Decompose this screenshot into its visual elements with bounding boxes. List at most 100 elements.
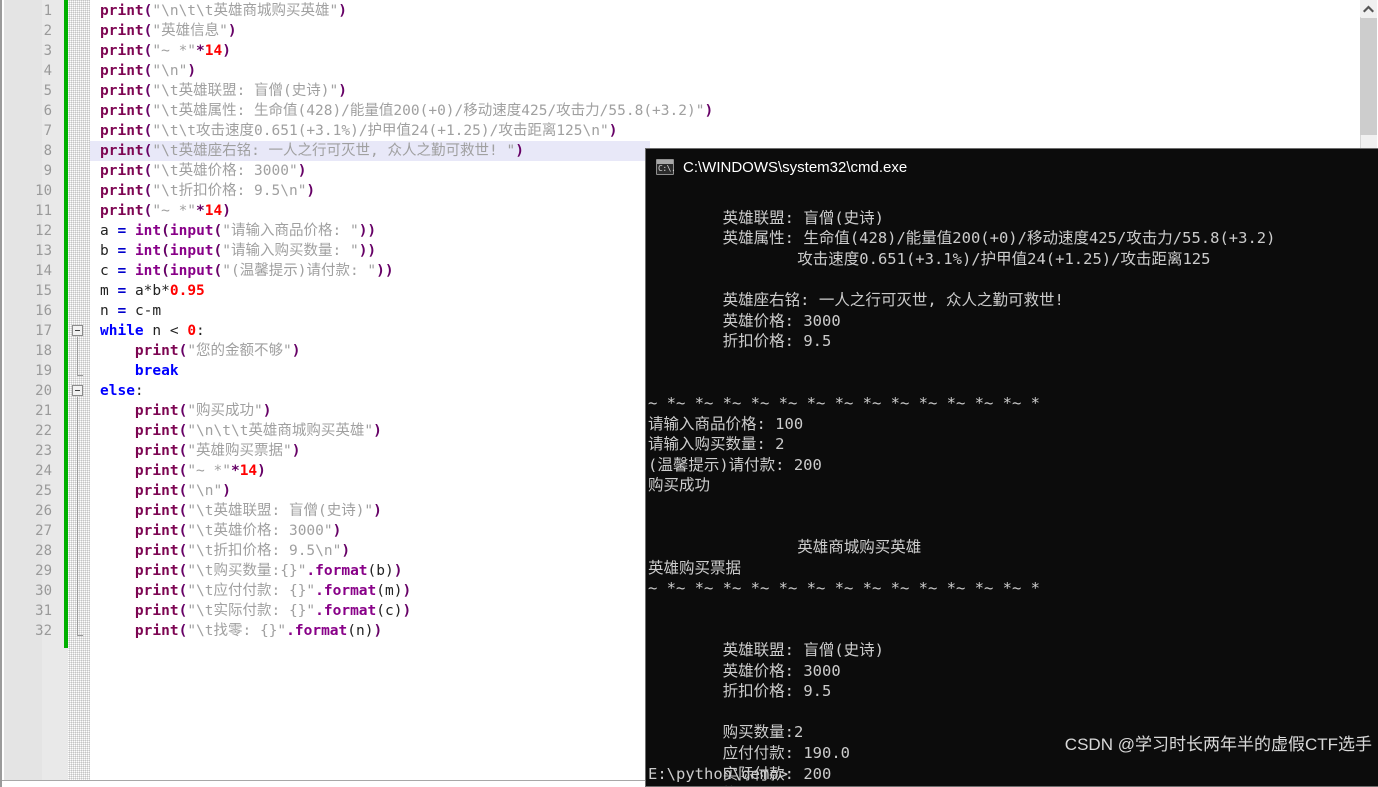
console-prompt[interactable]: E:\python\demo> xyxy=(648,765,788,783)
code-token: "~ *" xyxy=(187,463,231,479)
scroll-up-button[interactable] xyxy=(1360,0,1377,17)
code-line[interactable]: print("\t\t攻击速度0.651(+3.1%)/护甲值24(+1.25)… xyxy=(90,121,1342,141)
code-token: * xyxy=(196,43,205,59)
fold-guide-line xyxy=(77,337,78,375)
line-number: 20 xyxy=(35,383,52,399)
code-token: else xyxy=(100,383,135,399)
code-token: ( xyxy=(178,603,188,619)
code-token: ) xyxy=(608,123,618,139)
code-token: .format xyxy=(306,563,368,579)
code-token: "\t英雄属性: 生命值(428)/能量值200(+0)/移动速度425/攻击力… xyxy=(152,103,705,119)
code-token: )) xyxy=(358,243,377,259)
code-line[interactable]: print("\n") xyxy=(90,61,1342,81)
console-output-line: 英雄商城购买英雄 xyxy=(648,538,922,557)
code-line[interactable]: print("\t英雄属性: 生命值(428)/能量值200(+0)/移动速度4… xyxy=(90,101,1342,121)
line-number: 12 xyxy=(35,223,52,239)
line-number: 21 xyxy=(35,403,52,419)
code-line[interactable]: print("\t英雄座右铭: 一人之行可灭世, 众人之勤可救世! ") xyxy=(90,141,650,161)
line-number: 7 xyxy=(43,123,52,139)
code-line[interactable]: print("\t英雄联盟: 盲僧(史诗)") xyxy=(90,81,1342,101)
code-token: * xyxy=(196,203,205,219)
code-token: ) xyxy=(297,163,307,179)
code-token: "\t应付付款: {}" xyxy=(187,583,316,599)
code-line[interactable]: print("英雄信息") xyxy=(90,21,1342,41)
code-token: ( xyxy=(178,563,188,579)
code-token: print xyxy=(100,23,144,39)
code-token: = xyxy=(117,223,135,239)
code-token: * xyxy=(230,463,240,479)
code-token: print xyxy=(134,403,179,419)
code-token: print xyxy=(134,423,179,439)
code-token: ) xyxy=(338,3,347,19)
code-token: .format xyxy=(286,623,348,639)
cmd-window-icon: C:\. xyxy=(656,159,676,175)
code-token: ( xyxy=(178,503,188,519)
console-output-line: 英雄购买票据 xyxy=(648,558,742,577)
code-token: ( xyxy=(213,243,223,259)
line-number: 25 xyxy=(35,483,52,499)
code-token: print xyxy=(100,183,144,199)
line-number: 27 xyxy=(35,523,52,539)
code-token: "请输入商品价格: " xyxy=(222,223,359,239)
code-token: 14 xyxy=(239,463,258,479)
code-token: : xyxy=(134,383,144,399)
code-token: = xyxy=(117,283,135,299)
cmd-console-window[interactable]: C:\. C:\WINDOWS\system32\cmd.exe 英雄联盟: 盲… xyxy=(645,148,1378,787)
console-title-bar[interactable]: C:\. C:\WINDOWS\system32\cmd.exe xyxy=(646,149,1378,185)
code-token: ) xyxy=(291,343,301,359)
code-token: "\t英雄联盟: 盲僧(史诗)" xyxy=(152,83,339,99)
code-token: "\t\t攻击速度0.651(+3.1%)/护甲值24(+1.25)/攻击距离1… xyxy=(152,123,609,139)
line-number: 31 xyxy=(35,603,52,619)
code-token: (m) xyxy=(376,583,403,599)
code-token: ( xyxy=(178,343,188,359)
code-token: input xyxy=(169,263,214,279)
code-token: ) xyxy=(291,443,301,459)
code-token: = xyxy=(117,303,135,319)
code-token: a xyxy=(100,223,118,239)
code-token: ) xyxy=(222,203,231,219)
console-output-line: 请输入购买数量: 2 xyxy=(648,435,785,454)
code-token: ( xyxy=(178,483,188,499)
code-token: print xyxy=(100,103,144,119)
code-token: print xyxy=(134,623,179,639)
console-output-line: ~ *~ *~ *~ *~ *~ *~ *~ *~ *~ *~ *~ *~ *~… xyxy=(648,579,1040,598)
code-token: ) xyxy=(704,103,714,119)
code-token: ( xyxy=(213,263,223,279)
code-token: 14 xyxy=(204,203,223,219)
line-number: 15 xyxy=(35,283,52,299)
code-token: (n) xyxy=(347,623,374,639)
fold-toggle-icon[interactable] xyxy=(72,325,83,336)
console-title-text: C:\WINDOWS\system32\cmd.exe xyxy=(683,158,908,176)
code-token: (b) xyxy=(367,563,394,579)
code-token: "~ *" xyxy=(152,203,197,219)
code-token: ( xyxy=(178,623,188,639)
code-token: ( xyxy=(161,243,170,259)
code-token: int xyxy=(134,263,162,279)
line-number: 22 xyxy=(35,423,52,439)
vertical-scrollbar-thumb[interactable] xyxy=(1360,18,1377,135)
code-token: int xyxy=(134,243,162,259)
line-number: 14 xyxy=(35,263,52,279)
code-token: ) xyxy=(306,183,316,199)
code-token: n xyxy=(100,303,118,319)
code-line[interactable]: print("~ *"*14) xyxy=(90,41,1342,61)
code-token: "~ *" xyxy=(152,43,197,59)
code-token: "\t英雄联盟: 盲僧(史诗)" xyxy=(187,503,374,519)
code-token: "\t英雄座右铭: 一人之行可灭世, 众人之勤可救世! " xyxy=(152,143,516,159)
code-token: print xyxy=(134,483,179,499)
fold-toggle-icon[interactable] xyxy=(72,385,83,396)
code-line[interactable]: print("\n\t\t英雄商城购买英雄") xyxy=(90,1,1342,21)
code-token: print xyxy=(134,503,179,519)
